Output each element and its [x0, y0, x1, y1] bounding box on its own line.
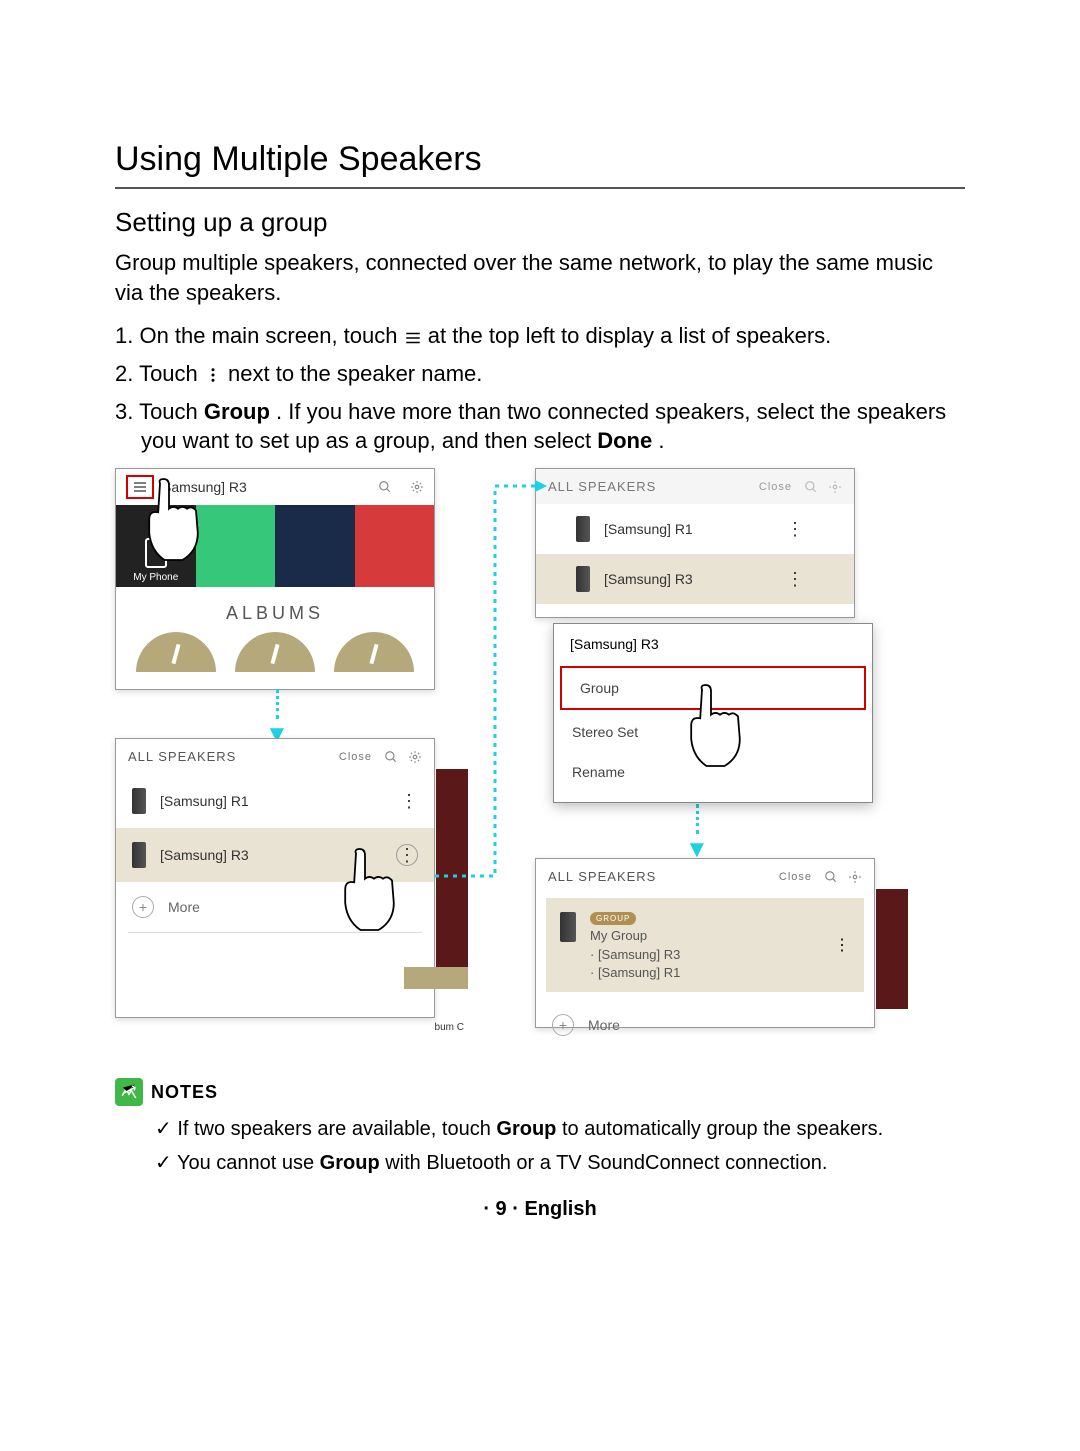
- search-icon[interactable]: [804, 480, 818, 494]
- group-name: My Group: [590, 928, 647, 943]
- speaker-icon: [576, 566, 590, 592]
- speaker-row-r3: [Samsung] R3 ⋮: [536, 554, 854, 604]
- tile-red[interactable]: [355, 505, 435, 587]
- p4-header: ALL SPEAKERS Close: [536, 859, 874, 894]
- speaker-name: [Samsung] R3: [160, 847, 249, 863]
- tap-gesture-icon: [675, 680, 765, 780]
- close-button[interactable]: Close: [339, 751, 372, 763]
- album-thumb[interactable]: [235, 632, 315, 672]
- step-3-done: Done: [597, 428, 652, 453]
- more-vertical-icon[interactable]: ⋮: [834, 935, 850, 955]
- speaker-name: [Samsung] R3: [604, 571, 693, 587]
- page-title: Using Multiple Speakers: [115, 140, 965, 189]
- hamburger-icon: [404, 329, 422, 347]
- close-button[interactable]: Close: [759, 481, 792, 493]
- p2-header: ALL SPEAKERS Close: [116, 739, 434, 774]
- step-1-text-b: at the top left to display a list of spe…: [428, 323, 832, 348]
- note-2: You cannot use Group with Bluetooth or a…: [155, 1148, 965, 1178]
- page-language: English: [524, 1198, 596, 1220]
- step-3-group: Group: [204, 399, 270, 424]
- step-2: 2. Touch next to the speaker name.: [115, 359, 965, 389]
- album-thumbs: [116, 632, 434, 680]
- figure-area: Samsung] R3 My Phone ALBUMS ▼: [115, 468, 965, 1048]
- intro-text: Group multiple speakers, connected over …: [115, 248, 965, 307]
- step-3: 3. Touch Group . If you have more than t…: [115, 397, 965, 456]
- note-1: If two speakers are available, touch Gro…: [155, 1114, 965, 1144]
- p4-side-strip: [876, 889, 908, 1009]
- step-2-text-a: Touch: [139, 361, 204, 386]
- notes-label-text: NOTES: [151, 1082, 218, 1103]
- albums-label: ALBUMS: [116, 587, 434, 632]
- speaker-icon: [560, 912, 576, 942]
- tap-gesture-icon: [329, 844, 419, 944]
- more-label: More: [168, 899, 200, 915]
- group-member: · [Samsung] R3: [590, 947, 680, 962]
- more-vertical-icon: ⋮: [786, 526, 804, 532]
- all-speakers-label: ALL SPEAKERS: [548, 479, 656, 494]
- all-speakers-label: ALL SPEAKERS: [548, 869, 656, 884]
- note-2-c: with Bluetooth or a TV SoundConnect conn…: [385, 1152, 827, 1174]
- p3-header: ALL SPEAKERS Close: [536, 469, 854, 504]
- more-vertical-icon: [204, 366, 222, 384]
- note-1-c: to automatically group the speakers.: [562, 1118, 883, 1140]
- gear-icon[interactable]: [408, 750, 422, 764]
- plus-icon: +: [132, 896, 154, 918]
- tap-gesture-icon: [133, 474, 223, 574]
- all-speakers-label: ALL SPEAKERS: [128, 749, 236, 764]
- speaker-row-r1[interactable]: [Samsung] R1 ⋮: [116, 774, 434, 828]
- speaker-name: [Samsung] R1: [160, 793, 249, 809]
- notes-icon: [115, 1078, 143, 1106]
- note-2-b: Group: [320, 1152, 380, 1174]
- section-subtitle: Setting up a group: [115, 207, 965, 238]
- group-badge: GROUP: [590, 912, 636, 925]
- notes-header: NOTES: [115, 1078, 965, 1106]
- group-member: · [Samsung] R1: [590, 965, 680, 980]
- screenshot-group-result: ALL SPEAKERS Close GROUP My Group · [Sam…: [535, 858, 875, 1028]
- note-2-a: You cannot use: [177, 1152, 320, 1174]
- more-row[interactable]: + More: [536, 1000, 874, 1050]
- plus-icon: +: [552, 1014, 574, 1036]
- speaker-name: [Samsung] R1: [604, 521, 693, 537]
- arrow-path-icon: [435, 476, 555, 886]
- search-icon[interactable]: [824, 870, 838, 884]
- step-3-text-c: .: [658, 428, 664, 453]
- group-info: GROUP My Group · [Samsung] R3 · [Samsung…: [590, 908, 680, 982]
- gear-icon[interactable]: [828, 480, 842, 494]
- speaker-row-r1: [Samsung] R1 ⋮: [536, 504, 854, 554]
- speaker-icon: [132, 842, 146, 868]
- note-1-b: Group: [496, 1118, 556, 1140]
- page-number: 9: [496, 1198, 507, 1220]
- speaker-icon: [576, 516, 590, 542]
- screenshot-speaker-list-bg: ALL SPEAKERS Close [Samsung] R1 ⋮ [Samsu…: [535, 468, 855, 618]
- step-3-text-a: Touch: [139, 399, 204, 424]
- close-button[interactable]: Close: [779, 871, 812, 883]
- tile-navy[interactable]: [275, 505, 355, 587]
- note-1-a: If two speakers are available, touch: [177, 1118, 496, 1140]
- group-card[interactable]: GROUP My Group · [Samsung] R3 · [Samsung…: [546, 898, 864, 992]
- gear-icon[interactable]: [410, 480, 424, 494]
- search-icon[interactable]: [378, 480, 392, 494]
- speaker-icon: [132, 788, 146, 814]
- search-icon[interactable]: [384, 750, 398, 764]
- more-vertical-icon: ⋮: [786, 576, 804, 582]
- more-vertical-icon[interactable]: ⋮: [400, 798, 418, 804]
- album-thumb[interactable]: [136, 632, 216, 672]
- step-1: 1. On the main screen, touch at the top …: [115, 321, 965, 351]
- page-footer: · 9 · English: [115, 1198, 965, 1221]
- notes-section: NOTES If two speakers are available, tou…: [115, 1078, 965, 1178]
- p2-side-label: bum C: [435, 1022, 464, 1033]
- gear-icon[interactable]: [848, 870, 862, 884]
- step-2-text-b: next to the speaker name.: [228, 361, 482, 386]
- instruction-steps: 1. On the main screen, touch at the top …: [115, 321, 965, 456]
- album-thumb[interactable]: [334, 632, 414, 672]
- step-1-text-a: On the main screen, touch: [139, 323, 403, 348]
- notes-list: If two speakers are available, touch Gro…: [115, 1114, 965, 1178]
- more-label: More: [588, 1017, 620, 1033]
- menu-title: [Samsung] R3: [554, 624, 872, 664]
